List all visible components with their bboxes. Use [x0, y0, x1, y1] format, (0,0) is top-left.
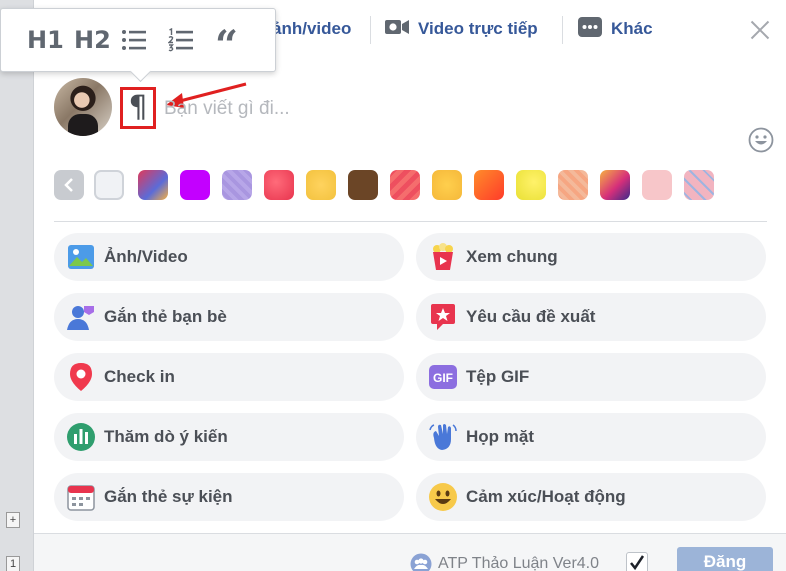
option-check-in[interactable]: Check in — [54, 353, 404, 401]
checkmark-icon — [630, 555, 645, 571]
recommendation-star-icon — [428, 302, 458, 332]
post-text-input[interactable]: Bạn viết gì đi... — [164, 98, 290, 120]
bullet-list-button[interactable] — [121, 20, 168, 60]
option-request-recommendations[interactable]: Yêu cầu đề xuất — [416, 293, 766, 341]
background-swatch[interactable] — [94, 170, 124, 200]
option-label: Ảnh/Video — [104, 247, 188, 266]
pilcrow-icon: ¶ — [128, 90, 148, 125]
tab-divider — [562, 16, 563, 44]
background-swatch[interactable] — [642, 170, 672, 200]
location-pin-icon — [66, 362, 96, 392]
tab-live-video[interactable]: Video trực tiếp — [384, 14, 538, 44]
avatar — [54, 78, 112, 136]
background-swatch[interactable] — [516, 170, 546, 200]
swatch-prev-button[interactable] — [54, 170, 84, 200]
quote-button[interactable]: “ — [215, 20, 262, 66]
background-swatch[interactable] — [138, 170, 168, 200]
post-composer: ảnh/video Video trực tiếp Khác ¶ Bạn viế… — [34, 0, 786, 571]
option-label: Họp mặt — [466, 427, 534, 446]
option-meetup[interactable]: Họp mặt — [416, 413, 766, 461]
option-label: Xem chung — [466, 247, 558, 266]
option-tag-event[interactable]: Gắn thẻ sự kiện — [54, 473, 404, 521]
format-toolbar-popup: H1 H2 “ — [0, 8, 276, 72]
chevron-left-icon — [64, 178, 73, 192]
option-label: Gắn thẻ sự kiện — [104, 487, 233, 506]
divider — [54, 221, 767, 222]
waving-hand-icon — [428, 422, 458, 452]
background-swatch[interactable] — [390, 170, 420, 200]
tab-divider — [370, 16, 371, 44]
background-swatch[interactable] — [222, 170, 252, 200]
background-swatch[interactable] — [474, 170, 504, 200]
group-icon — [410, 553, 432, 571]
tab-photo-video-label: ảnh/video — [272, 19, 352, 38]
background-marker: + — [6, 512, 20, 528]
popcorn-icon — [428, 242, 458, 272]
smiley-icon — [428, 482, 458, 512]
emoji-icon[interactable] — [748, 127, 774, 153]
tab-more[interactable]: Khác — [577, 14, 653, 44]
option-label: Tệp GIF — [466, 367, 530, 386]
background-swatch[interactable] — [432, 170, 462, 200]
option-poll[interactable]: Thăm dò ý kiến — [54, 413, 404, 461]
calendar-icon — [66, 482, 96, 512]
numbered-list-icon — [168, 28, 193, 52]
group-selector[interactable]: ATP Thảo Luận Ver4.0 — [410, 553, 599, 571]
option-tag-friends[interactable]: Gắn thẻ bạn bè — [54, 293, 404, 341]
poll-icon — [66, 422, 96, 452]
gif-icon: GIF — [428, 362, 458, 392]
background-swatch[interactable] — [306, 170, 336, 200]
heading2-button[interactable]: H2 — [74, 20, 121, 60]
background-swatch[interactable] — [348, 170, 378, 200]
option-watch-together[interactable]: Xem chung — [416, 233, 766, 281]
background-swatch[interactable] — [264, 170, 294, 200]
option-label: Yêu cầu đề xuất — [466, 307, 596, 326]
bullet-list-icon — [122, 30, 146, 50]
close-icon[interactable] — [748, 18, 772, 42]
option-label: Thăm dò ý kiến — [104, 427, 228, 446]
more-dots-icon — [577, 16, 603, 43]
quote-icon: “ — [215, 22, 239, 69]
background-swatch[interactable] — [600, 170, 630, 200]
tab-photo-video[interactable]: ảnh/video — [272, 14, 351, 44]
tag-friends-icon — [66, 302, 96, 332]
option-label: Gắn thẻ bạn bè — [104, 307, 227, 326]
video-camera-icon — [384, 18, 410, 41]
tab-more-label: Khác — [611, 19, 653, 38]
option-label: Check in — [104, 367, 175, 386]
background-swatch[interactable] — [558, 170, 588, 200]
option-label: Cảm xúc/Hoạt động — [466, 487, 626, 506]
photo-icon — [66, 242, 96, 272]
post-to-group-checkbox[interactable] — [626, 552, 648, 571]
background-page-strip: + 1 — [0, 0, 34, 571]
group-name: ATP Thảo Luận Ver4.0 — [438, 555, 600, 571]
svg-text:GIF: GIF — [433, 371, 453, 385]
tab-live-video-label: Video trực tiếp — [418, 19, 538, 38]
numbered-list-button[interactable] — [168, 20, 215, 60]
option-feeling-activity[interactable]: Cảm xúc/Hoạt động — [416, 473, 766, 521]
background-swatch[interactable] — [180, 170, 210, 200]
option-gif[interactable]: GIF Tệp GIF — [416, 353, 766, 401]
option-photo-video[interactable]: Ảnh/Video — [54, 233, 404, 281]
background-swatch[interactable] — [684, 170, 714, 200]
post-button[interactable]: Đăng — [677, 547, 773, 571]
background-marker: 1 — [6, 556, 20, 571]
format-toggle-highlight[interactable]: ¶ — [120, 87, 156, 129]
heading1-button[interactable]: H1 — [27, 20, 74, 60]
